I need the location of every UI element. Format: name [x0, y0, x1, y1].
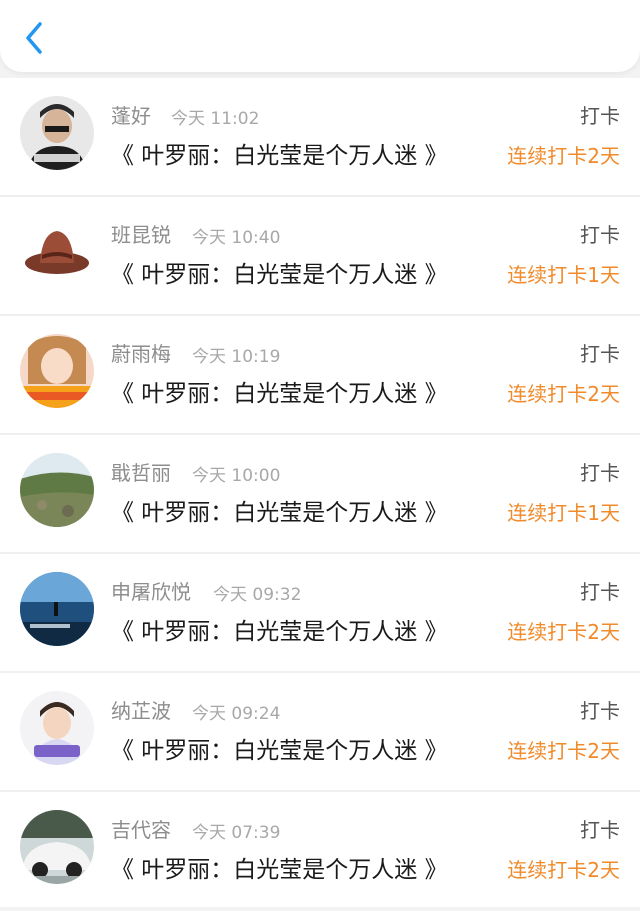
book-title[interactable]: 《 叶罗丽：白光莹是个万人迷 》	[111, 374, 448, 408]
checkin-label: 打卡	[580, 342, 620, 366]
avatar[interactable]	[20, 96, 94, 170]
book-title[interactable]: 《 叶罗丽：白光莹是个万人迷 》	[111, 493, 448, 527]
streak-badge: 连续打卡2天	[507, 739, 620, 763]
user-name: 吉代容	[111, 818, 171, 842]
list-item[interactable]: 申屠欣悦 今天 09:32 《 叶罗丽：白光莹是个万人迷 》 打卡 连续打卡2天	[0, 554, 640, 673]
avatar[interactable]	[20, 334, 94, 408]
list-item[interactable]: 纳芷波 今天 09:24 《 叶罗丽：白光莹是个万人迷 》 打卡 连续打卡2天	[0, 673, 640, 792]
chevron-left-icon	[26, 22, 42, 54]
streak-badge: 连续打卡2天	[507, 144, 620, 168]
user-name: 班昆锐	[111, 223, 171, 247]
record-time: 今天 07:39	[192, 823, 281, 843]
list-item[interactable]: 蓬好 今天 11:02 《 叶罗丽：白光莹是个万人迷 》 打卡 连续打卡2天	[0, 78, 640, 197]
avatar[interactable]	[20, 572, 94, 646]
avatar[interactable]	[20, 691, 94, 765]
user-name: 蓬好	[111, 104, 151, 128]
record-time: 今天 10:19	[192, 347, 281, 367]
list-item[interactable]: 班昆锐 今天 10:40 《 叶罗丽：白光莹是个万人迷 》 打卡 连续打卡1天	[0, 197, 640, 316]
list-item[interactable]: 吉代容 今天 07:39 《 叶罗丽：白光莹是个万人迷 》 打卡 连续打卡2天	[0, 792, 640, 911]
record-time: 今天 09:32	[213, 585, 302, 605]
checkin-label: 打卡	[580, 223, 620, 247]
record-time: 今天 09:24	[192, 704, 281, 724]
avatar[interactable]	[20, 453, 94, 527]
user-name: 纳芷波	[111, 699, 171, 723]
book-title[interactable]: 《 叶罗丽：白光莹是个万人迷 》	[111, 612, 448, 646]
book-title[interactable]: 《 叶罗丽：白光莹是个万人迷 》	[111, 136, 448, 170]
checkin-label: 打卡	[580, 580, 620, 604]
checkin-label: 打卡	[580, 104, 620, 128]
checkin-list: 蓬好 今天 11:02 《 叶罗丽：白光莹是个万人迷 》 打卡 连续打卡2天 班…	[0, 78, 640, 907]
back-button[interactable]	[16, 18, 52, 58]
user-name: 戢哲丽	[111, 461, 171, 485]
book-title[interactable]: 《 叶罗丽：白光莹是个万人迷 》	[111, 850, 448, 884]
list-item[interactable]: 蔚雨梅 今天 10:19 《 叶罗丽：白光莹是个万人迷 》 打卡 连续打卡2天	[0, 316, 640, 435]
checkin-label: 打卡	[580, 818, 620, 842]
streak-badge: 连续打卡2天	[507, 620, 620, 644]
user-name: 蔚雨梅	[111, 342, 171, 366]
streak-badge: 连续打卡2天	[507, 858, 620, 882]
checkin-label: 打卡	[580, 699, 620, 723]
book-title[interactable]: 《 叶罗丽：白光莹是个万人迷 》	[111, 731, 448, 765]
record-time: 今天 10:00	[192, 466, 281, 486]
record-time: 今天 11:02	[171, 109, 260, 129]
user-name: 申屠欣悦	[111, 580, 191, 604]
checkin-label: 打卡	[580, 461, 620, 485]
book-title[interactable]: 《 叶罗丽：白光莹是个万人迷 》	[111, 255, 448, 289]
streak-badge: 连续打卡2天	[507, 382, 620, 406]
streak-badge: 连续打卡1天	[507, 501, 620, 525]
top-bar	[0, 0, 640, 72]
record-time: 今天 10:40	[192, 228, 281, 248]
list-item[interactable]: 戢哲丽 今天 10:00 《 叶罗丽：白光莹是个万人迷 》 打卡 连续打卡1天	[0, 435, 640, 554]
streak-badge: 连续打卡1天	[507, 263, 620, 287]
avatar[interactable]	[20, 215, 94, 289]
avatar[interactable]	[20, 810, 94, 884]
